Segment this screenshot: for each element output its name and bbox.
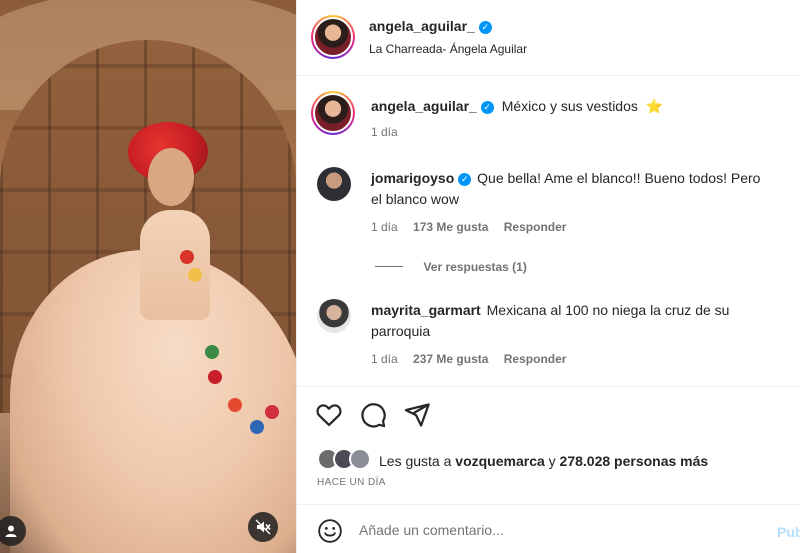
comment-bubble-icon[interactable] bbox=[359, 401, 387, 429]
likes-count[interactable]: 278.028 personas más bbox=[560, 453, 709, 469]
media-flower bbox=[180, 250, 194, 264]
comment-text: Mexicana al 100 no niega la cruz de su bbox=[486, 302, 730, 318]
caption-text: México y sus vestidos bbox=[501, 98, 638, 114]
comment-time: 1 día bbox=[371, 352, 398, 366]
mute-button[interactable] bbox=[248, 512, 278, 542]
verified-badge-icon: ✓ bbox=[480, 101, 494, 114]
comment-text-continued: parroquia bbox=[371, 323, 431, 339]
comment-likes[interactable]: 173 Me gusta bbox=[413, 220, 488, 234]
publish-button[interactable]: Pub bbox=[777, 524, 800, 540]
likes-summary: Les gusta a vozquemarca y 278.028 person… bbox=[379, 451, 708, 471]
likes-connector: y bbox=[548, 453, 556, 469]
speaker-muted-icon bbox=[255, 519, 271, 535]
audio-label[interactable]: La Charreada- Ángela Aguilar bbox=[369, 42, 527, 56]
post-details-panel: angela_aguilar_ ✓ La Charreada- Ángela Ag… bbox=[296, 0, 800, 553]
reply-button[interactable]: Responder bbox=[504, 352, 567, 366]
comment-composer: Pub bbox=[297, 504, 800, 553]
liker-avatars[interactable] bbox=[317, 448, 373, 472]
user-icon bbox=[5, 525, 17, 537]
likes-prefix: Les gusta a bbox=[379, 453, 452, 469]
media-flower bbox=[205, 345, 219, 359]
comment-likes[interactable]: 237 Me gusta bbox=[413, 352, 488, 366]
media-flower bbox=[265, 405, 279, 419]
media-flower bbox=[208, 370, 222, 384]
author-username[interactable]: angela_aguilar_ bbox=[369, 18, 475, 34]
post-header: angela_aguilar_ ✓ La Charreada- Ángela Ag… bbox=[297, 0, 800, 76]
action-bar: Les gusta a vozquemarca y 278.028 person… bbox=[297, 386, 800, 504]
post-media[interactable] bbox=[0, 0, 296, 553]
replies-divider bbox=[375, 266, 403, 268]
media-face bbox=[148, 148, 194, 206]
star-emoji: ⭐ bbox=[645, 98, 664, 114]
reply-button[interactable]: Responder bbox=[504, 220, 567, 234]
caption-username[interactable]: angela_aguilar_ bbox=[371, 98, 477, 114]
media-flower bbox=[188, 268, 202, 282]
comment-username[interactable]: mayrita_garmart bbox=[371, 302, 481, 318]
comment-text-continued: el blanco wow bbox=[371, 191, 459, 207]
verified-badge-icon: ✓ bbox=[478, 21, 492, 34]
likes-user[interactable]: vozquemarca bbox=[455, 453, 544, 469]
comment-input[interactable] bbox=[359, 517, 739, 543]
comment-text: Que bella! Ame el blanco!! Bueno todos! … bbox=[477, 170, 761, 186]
verified-badge-icon: ✓ bbox=[458, 173, 472, 186]
caption-time: 1 día bbox=[371, 125, 398, 139]
commenter-avatar[interactable] bbox=[317, 299, 351, 333]
smiley-icon[interactable] bbox=[317, 518, 343, 544]
media-flower bbox=[250, 420, 264, 434]
post-timestamp[interactable]: HACE UN DÍA bbox=[317, 477, 386, 488]
author-avatar[interactable] bbox=[311, 15, 355, 59]
view-replies-button[interactable]: Ver respuestas (1) bbox=[375, 258, 527, 276]
commenter-avatar[interactable] bbox=[317, 167, 351, 201]
caption-avatar[interactable] bbox=[311, 91, 355, 135]
heart-icon[interactable] bbox=[315, 401, 343, 429]
view-replies-label: Ver respuestas (1) bbox=[423, 260, 527, 274]
media-bodice bbox=[140, 210, 210, 320]
comment-time: 1 día bbox=[371, 220, 398, 234]
media-flower bbox=[228, 398, 242, 412]
liker-avatar bbox=[349, 448, 371, 470]
paper-plane-icon[interactable] bbox=[403, 401, 431, 429]
comment-username[interactable]: jomarigoyso bbox=[371, 170, 454, 186]
